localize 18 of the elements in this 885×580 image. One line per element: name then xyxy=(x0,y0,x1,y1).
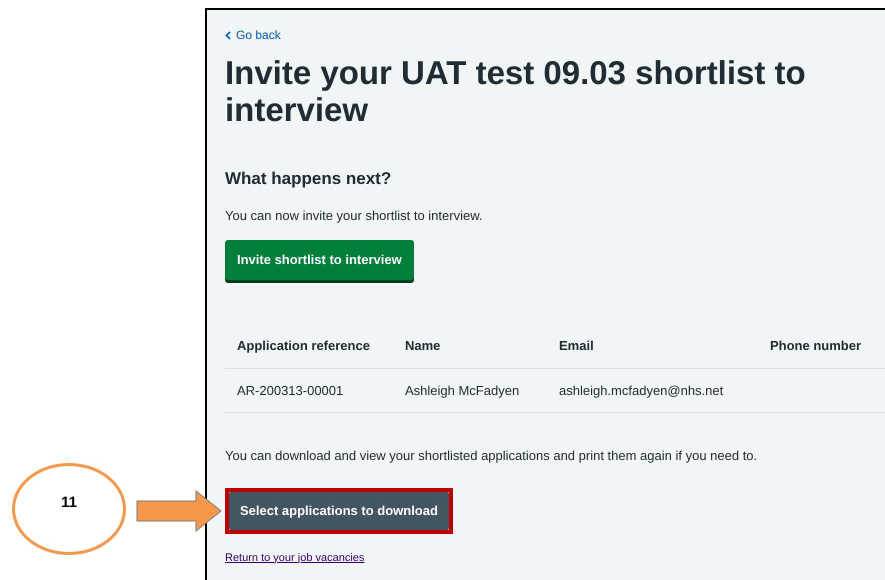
download-text: You can download and view your shortlisted applications and print them again if you need to. xyxy=(225,447,758,465)
table-cell: Ashleigh McFadyen xyxy=(393,368,547,412)
section-heading: What happens next? xyxy=(225,168,392,190)
page-title: Invite your UAT test 09.03 shortlist to interview xyxy=(225,54,807,128)
column-header: Email xyxy=(547,324,758,368)
chevron-left-icon xyxy=(225,30,231,40)
download-button[interactable]: Select applications to download xyxy=(229,492,449,530)
step-callout: 11 xyxy=(12,463,126,555)
arrow-icon xyxy=(136,490,222,532)
column-header: Phone number xyxy=(758,324,885,368)
table-cell: ashleigh.mcfadyen@nhs.net xyxy=(547,368,758,412)
column-header: Name xyxy=(393,324,547,368)
intro-text: You can now invite your shortlist to interview. xyxy=(225,206,484,225)
return-link[interactable]: Return to your job vacancies xyxy=(225,550,364,566)
table-cell: AR-200313-00001 xyxy=(225,368,393,412)
column-header: Application reference xyxy=(225,324,393,368)
back-link[interactable]: Go back xyxy=(225,26,281,44)
invite-button[interactable]: Invite shortlist to interview xyxy=(225,240,414,280)
